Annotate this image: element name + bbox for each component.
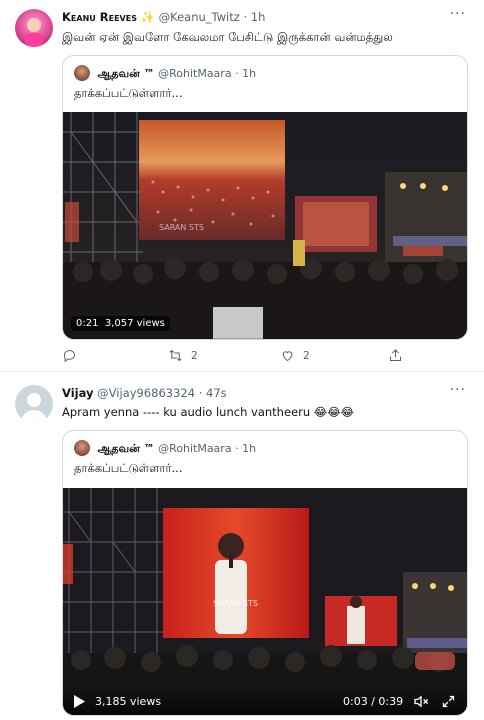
author-name[interactable]: Vijay — [62, 386, 94, 400]
tweet-header: Keanu Reeves ✨ @Keanu_Twitz · 1h — [62, 10, 265, 24]
timestamp[interactable]: 1h — [251, 10, 266, 24]
retweet-icon — [169, 349, 182, 362]
quoted-handle: @RohitMaara — [158, 442, 232, 455]
separator: · — [243, 10, 248, 24]
tweet-header: Vijay @Vijay96863324 · 47s — [62, 386, 227, 400]
author-name[interactable]: Keanu Reeves — [62, 10, 137, 24]
tweet-vijay[interactable]: Vijay @Vijay96863324 · 47s ··· Apram yen… — [0, 373, 484, 720]
quoted-tweet[interactable]: ஆதவன் ™ @RohitMaara · 1h தாக்கப்பட்டுள்ள… — [62, 430, 468, 716]
more-dots-icon[interactable]: ··· — [450, 6, 466, 22]
tweet-text: Apram yenna ---- ku audio lunch vantheer… — [62, 405, 355, 419]
quoted-handle: @RohitMaara — [158, 67, 232, 80]
video-views: 3,185 views — [95, 695, 162, 708]
reply-button[interactable] — [62, 348, 85, 363]
video-duration: 0:21 — [76, 318, 99, 329]
share-icon — [390, 349, 401, 361]
quoted-time: 1h — [242, 442, 257, 455]
quoted-avatar — [74, 440, 90, 456]
separator: · — [198, 386, 203, 400]
heart-icon — [282, 351, 293, 362]
video-watermark: SARAN STS — [159, 223, 204, 232]
reply-icon — [63, 349, 76, 363]
fullscreen-icon[interactable] — [441, 694, 456, 709]
quoted-tweet-text: தாக்கப்பட்டுள்ளார்... — [74, 461, 183, 475]
video-stats: 0:21 3,057 views — [71, 316, 170, 331]
tweet-actions: 2 2 — [62, 348, 412, 368]
author-handle[interactable]: @Keanu_Twitz — [159, 10, 240, 24]
video-views: 3,057 views — [104, 318, 165, 329]
quoted-tweet-header: ஆதவன் ™ @RohitMaara · 1h — [74, 440, 256, 457]
retweet-button[interactable]: 2 — [168, 348, 198, 363]
quoted-time: 1h — [242, 67, 257, 80]
video-controls: 3,185 views 0:03 / 0:39 — [63, 686, 467, 715]
avatar-keanu-reeves[interactable] — [15, 9, 53, 47]
separator: · — [235, 67, 239, 80]
retweet-count: 2 — [191, 349, 198, 362]
video-progress-time: 0:03 / 0:39 — [343, 695, 404, 708]
more-dots-icon[interactable]: ··· — [450, 382, 466, 398]
quoted-tweet-text: தாக்கப்பட்டுள்ளார்... — [74, 86, 183, 100]
play-icon[interactable] — [73, 695, 85, 708]
video-frame: SARAN STS — [63, 112, 467, 339]
timestamp[interactable]: 47s — [206, 386, 227, 400]
video-player[interactable]: SARAN STS 0:21 3,057 views — [63, 112, 467, 339]
quoted-author-name: ஆதவன் ™ — [97, 442, 155, 455]
share-button[interactable] — [388, 348, 403, 363]
avatar-vijay[interactable] — [15, 385, 53, 423]
author-handle[interactable]: @Vijay96863324 — [97, 386, 195, 400]
tweet-keanu-reeves[interactable]: Keanu Reeves ✨ @Keanu_Twitz · 1h ··· இவன… — [0, 0, 484, 372]
video-player[interactable]: SARAN STS 3,185 views 0:03 / 0:39 — [63, 488, 467, 715]
sparkle-badge: ✨ — [140, 10, 155, 24]
quoted-author-name: ஆதவன் ™ — [97, 67, 155, 80]
video-watermark: SARAN STS — [213, 599, 258, 608]
video-frame: SARAN STS — [63, 488, 467, 715]
separator: · — [235, 442, 239, 455]
like-count: 2 — [303, 349, 310, 362]
quoted-tweet[interactable]: ஆதவன் ™ @RohitMaara · 1h தாக்கப்பட்டுள்ள… — [62, 55, 468, 340]
tweet-text: இவன் ஏன் இவளோ கேவலமா பேசிட்டு இருக்கான் … — [62, 30, 393, 44]
quoted-avatar — [74, 65, 90, 81]
mute-icon[interactable] — [413, 694, 429, 709]
quoted-tweet-header: ஆதவன் ™ @RohitMaara · 1h — [74, 65, 256, 82]
like-button[interactable]: 2 — [280, 348, 310, 363]
